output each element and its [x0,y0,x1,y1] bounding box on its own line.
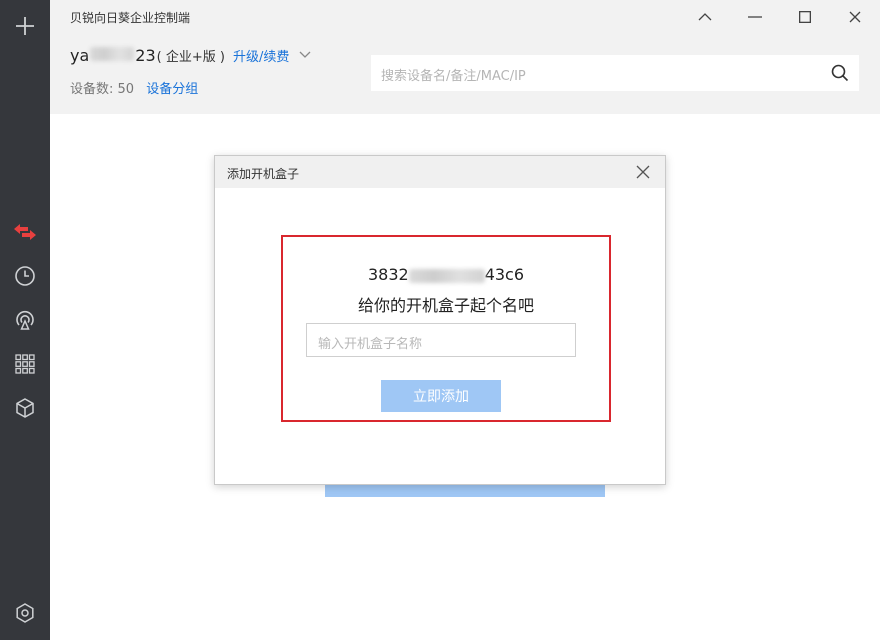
box-id-suffix: 43c6 [484,265,525,284]
box-name-placeholder: 输入开机盒子名称 [318,337,423,352]
edition-label: ( 企业+版 ) [156,50,225,65]
maximize-button[interactable] [792,4,818,30]
box-id-redacted [408,268,485,283]
search-input[interactable]: 搜索设备名/备注/MAC/IP [371,55,859,91]
dialog-title: 添加开机盒子 [227,167,300,181]
chevron-down-icon[interactable] [299,44,311,63]
add-now-button[interactable]: 立即添加 [381,380,501,412]
history-clock-icon[interactable] [12,263,38,289]
account-name-prefix: ya [70,46,90,65]
add-box-dialog: 添加开机盒子 3832 43c6 给你的开机盒子起个名吧 输入开机盒子名称 立即添… [214,155,666,485]
search-icon[interactable] [831,64,849,82]
box-name-prompt: 给你的开机盒子起个名吧 [357,296,534,315]
sidebar [0,0,50,640]
remote-control-icon[interactable] [12,219,38,245]
account-info: ya 23 ( 企业+版 ) 升级/续费 [70,46,311,65]
box-cube-icon[interactable] [12,395,38,421]
device-count-value: 50 [117,82,135,97]
search-placeholder: 搜索设备名/备注/MAC/IP [381,69,526,84]
account-name-suffix: 23 [135,46,156,65]
app-title: 贝锐向日葵企业控制端 [70,11,191,25]
device-count-label: 设备数: [70,82,118,97]
box-id: 3832 43c6 [283,265,609,284]
box-id-prefix: 3832 [367,265,409,284]
upgrade-link[interactable]: 升级/续费 [233,46,289,65]
box-name-input[interactable]: 输入开机盒子名称 [306,323,576,357]
device-group-link[interactable]: 设备分组 [146,82,198,97]
dialog-header: 添加开机盒子 [215,156,665,188]
collapse-button[interactable] [692,4,718,30]
plus-icon[interactable] [12,13,38,39]
settings-icon[interactable] [12,600,38,626]
grid-apps-icon[interactable] [12,351,38,377]
device-count: 设备数: 50 设备分组 [70,78,198,97]
close-window-button[interactable] [842,4,868,30]
close-icon[interactable] [635,164,651,180]
minimize-button[interactable] [742,4,768,30]
account-name-redacted [90,47,135,61]
broadcast-icon[interactable] [12,307,38,333]
header: 贝锐向日葵企业控制端 ya 23 ( 企业+版 ) 升级/续费 设备数: 50 … [50,0,880,114]
highlight-frame: 3832 43c6 给你的开机盒子起个名吧 输入开机盒子名称 立即添加 [281,235,611,422]
